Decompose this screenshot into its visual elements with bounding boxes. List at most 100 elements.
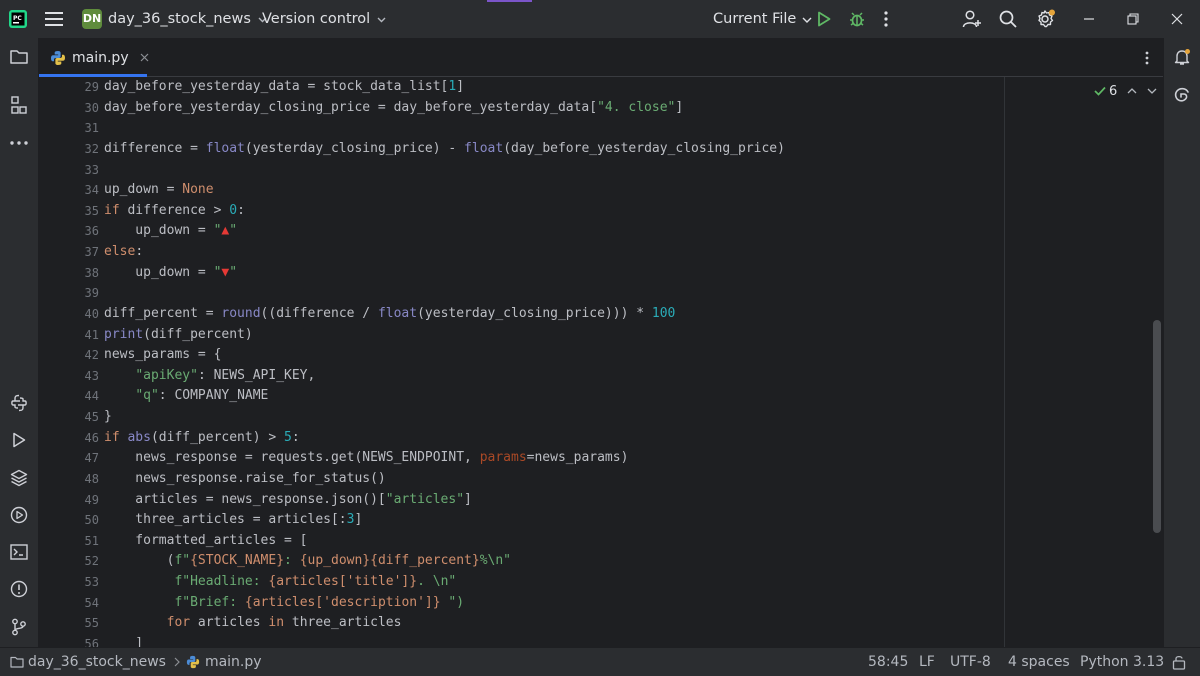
- breadcrumb: day_36_stock_news main.py: [10, 648, 262, 676]
- close-window-icon[interactable]: [1171, 0, 1183, 38]
- code-line: day_before_yesterday_data = stock_data_l…: [104, 79, 465, 94]
- status-bar: day_36_stock_news main.py 58:45 LF UTF-8…: [0, 647, 1200, 676]
- project-folder-icon[interactable]: [0, 43, 38, 71]
- structure-icon[interactable]: [0, 91, 38, 119]
- tab-options-icon[interactable]: [1145, 39, 1149, 76]
- code-line: else:: [104, 244, 144, 259]
- code-line: day_before_yesterday_closing_price = day…: [104, 100, 684, 115]
- line-number: 35: [84, 204, 99, 218]
- search-icon[interactable]: [999, 0, 1017, 38]
- window-accent-strip: [487, 0, 532, 2]
- run-config-label: Current File: [713, 11, 797, 27]
- services-icon[interactable]: [0, 501, 38, 529]
- code-line: "q": COMPANY_NAME: [135, 388, 269, 403]
- more-vertical-icon[interactable]: [884, 0, 888, 38]
- tab-label: main.py: [72, 49, 129, 66]
- caret-position[interactable]: 58:45: [868, 648, 908, 676]
- project-name: day_36_stock_news: [108, 11, 251, 27]
- breadcrumb-project[interactable]: day_36_stock_news: [28, 654, 166, 670]
- minimize-window-icon[interactable]: [1083, 0, 1095, 38]
- line-number: 43: [84, 369, 99, 383]
- chevron-up-icon[interactable]: [1127, 88, 1137, 94]
- editor-tab-bar: main.py: [39, 39, 1163, 77]
- line-number: 41: [84, 328, 99, 342]
- run-configuration-selector[interactable]: Current File: [713, 0, 812, 38]
- right-tool-window-bar: [1163, 38, 1200, 647]
- code-line: formatted_articles = [: [104, 533, 308, 548]
- vcs-label: Version control: [262, 11, 371, 27]
- restore-window-icon[interactable]: [1127, 0, 1139, 38]
- pycharm-logo-icon[interactable]: PC: [9, 0, 27, 38]
- inspection-widget[interactable]: 6: [1094, 81, 1157, 101]
- code-line: }: [104, 409, 112, 424]
- line-number: 54: [84, 596, 99, 610]
- inspection-count: 6: [1109, 83, 1118, 99]
- code-line: news_params = {: [104, 347, 222, 362]
- line-number: 29: [84, 80, 99, 94]
- line-number: 47: [84, 451, 99, 465]
- run-icon[interactable]: [817, 0, 831, 38]
- tab-main-py[interactable]: main.py: [39, 39, 149, 77]
- hamburger-icon[interactable]: [45, 0, 63, 38]
- python-interpreter[interactable]: Python 3.13: [1080, 648, 1164, 676]
- terminal-icon[interactable]: [0, 538, 38, 566]
- chevron-right-icon: [174, 657, 180, 667]
- code-line: print(diff_percent): [104, 327, 253, 342]
- code-line: up_down = "▲": [104, 223, 238, 238]
- code-line: three_articles = articles[:3]: [104, 512, 363, 527]
- line-number: 33: [84, 163, 99, 177]
- code-line: news_response = requests.get(NEWS_ENDPOI…: [104, 450, 629, 465]
- svg-text:PC: PC: [13, 15, 22, 22]
- debug-icon[interactable]: [848, 0, 866, 38]
- code-area[interactable]: day_before_yesterday_data = stock_data_l…: [104, 77, 1004, 647]
- code-line: up_down = "▼": [104, 265, 238, 280]
- add-user-icon[interactable]: [962, 0, 982, 38]
- vertical-scrollbar[interactable]: [1153, 320, 1161, 533]
- breadcrumb-file[interactable]: main.py: [205, 654, 262, 670]
- line-number: 55: [84, 616, 99, 630]
- code-line: up_down = None: [104, 182, 214, 197]
- indent-setting[interactable]: 4 spaces: [1008, 648, 1070, 676]
- line-number: 48: [84, 472, 99, 486]
- ai-assistant-icon[interactable]: [1163, 81, 1200, 109]
- close-tab-icon[interactable]: [140, 53, 149, 62]
- code-line: diff_percent = round((difference / float…: [104, 306, 676, 321]
- code-editor[interactable]: 29 30 31 32 33 34 35 36 37 38 39 40 41 4…: [39, 77, 1163, 647]
- line-number: 51: [84, 534, 99, 548]
- code-line: if difference > 0:: [104, 203, 245, 218]
- python-file-icon: [50, 50, 66, 66]
- vcs-menu[interactable]: Version control: [262, 0, 386, 38]
- left-tool-window-bar: [0, 38, 39, 647]
- code-line: ]: [104, 636, 144, 647]
- problems-icon[interactable]: [0, 575, 38, 603]
- code-line: articles = news_response.json()["article…: [104, 492, 472, 507]
- line-number: 49: [84, 493, 99, 507]
- code-line: for articles in three_articles: [166, 615, 402, 630]
- line-separator[interactable]: LF: [919, 648, 935, 676]
- line-number: 39: [84, 286, 99, 300]
- line-number: 38: [84, 266, 99, 280]
- more-horizontal-icon[interactable]: [0, 129, 38, 157]
- line-number: 56: [84, 637, 99, 647]
- line-number: 40: [84, 307, 99, 321]
- chevron-down-icon[interactable]: [1147, 88, 1157, 94]
- git-branch-icon[interactable]: [0, 613, 38, 641]
- file-encoding[interactable]: UTF-8: [950, 648, 991, 676]
- line-number: 36: [84, 224, 99, 238]
- project-switcher[interactable]: DN day_36_stock_news: [82, 0, 267, 38]
- python-packages-icon[interactable]: [0, 389, 38, 417]
- line-number: 46: [84, 431, 99, 445]
- chevron-down-icon: [802, 11, 812, 27]
- line-number-gutter[interactable]: 29 30 31 32 33 34 35 36 37 38 39 40 41 4…: [39, 77, 99, 647]
- line-number: 45: [84, 410, 99, 424]
- code-line: news_response.raise_for_status(): [104, 471, 386, 486]
- code-line: if abs(diff_percent) > 5:: [104, 430, 300, 445]
- line-number: 50: [84, 513, 99, 527]
- notifications-bell-icon[interactable]: [1163, 43, 1200, 71]
- python-file-icon: [186, 655, 200, 669]
- lock-icon[interactable]: [1172, 648, 1186, 676]
- gear-icon[interactable]: [1036, 0, 1056, 38]
- layers-icon[interactable]: [0, 464, 38, 492]
- right-margin-guide: [1004, 77, 1005, 647]
- run-tool-icon[interactable]: [0, 426, 38, 454]
